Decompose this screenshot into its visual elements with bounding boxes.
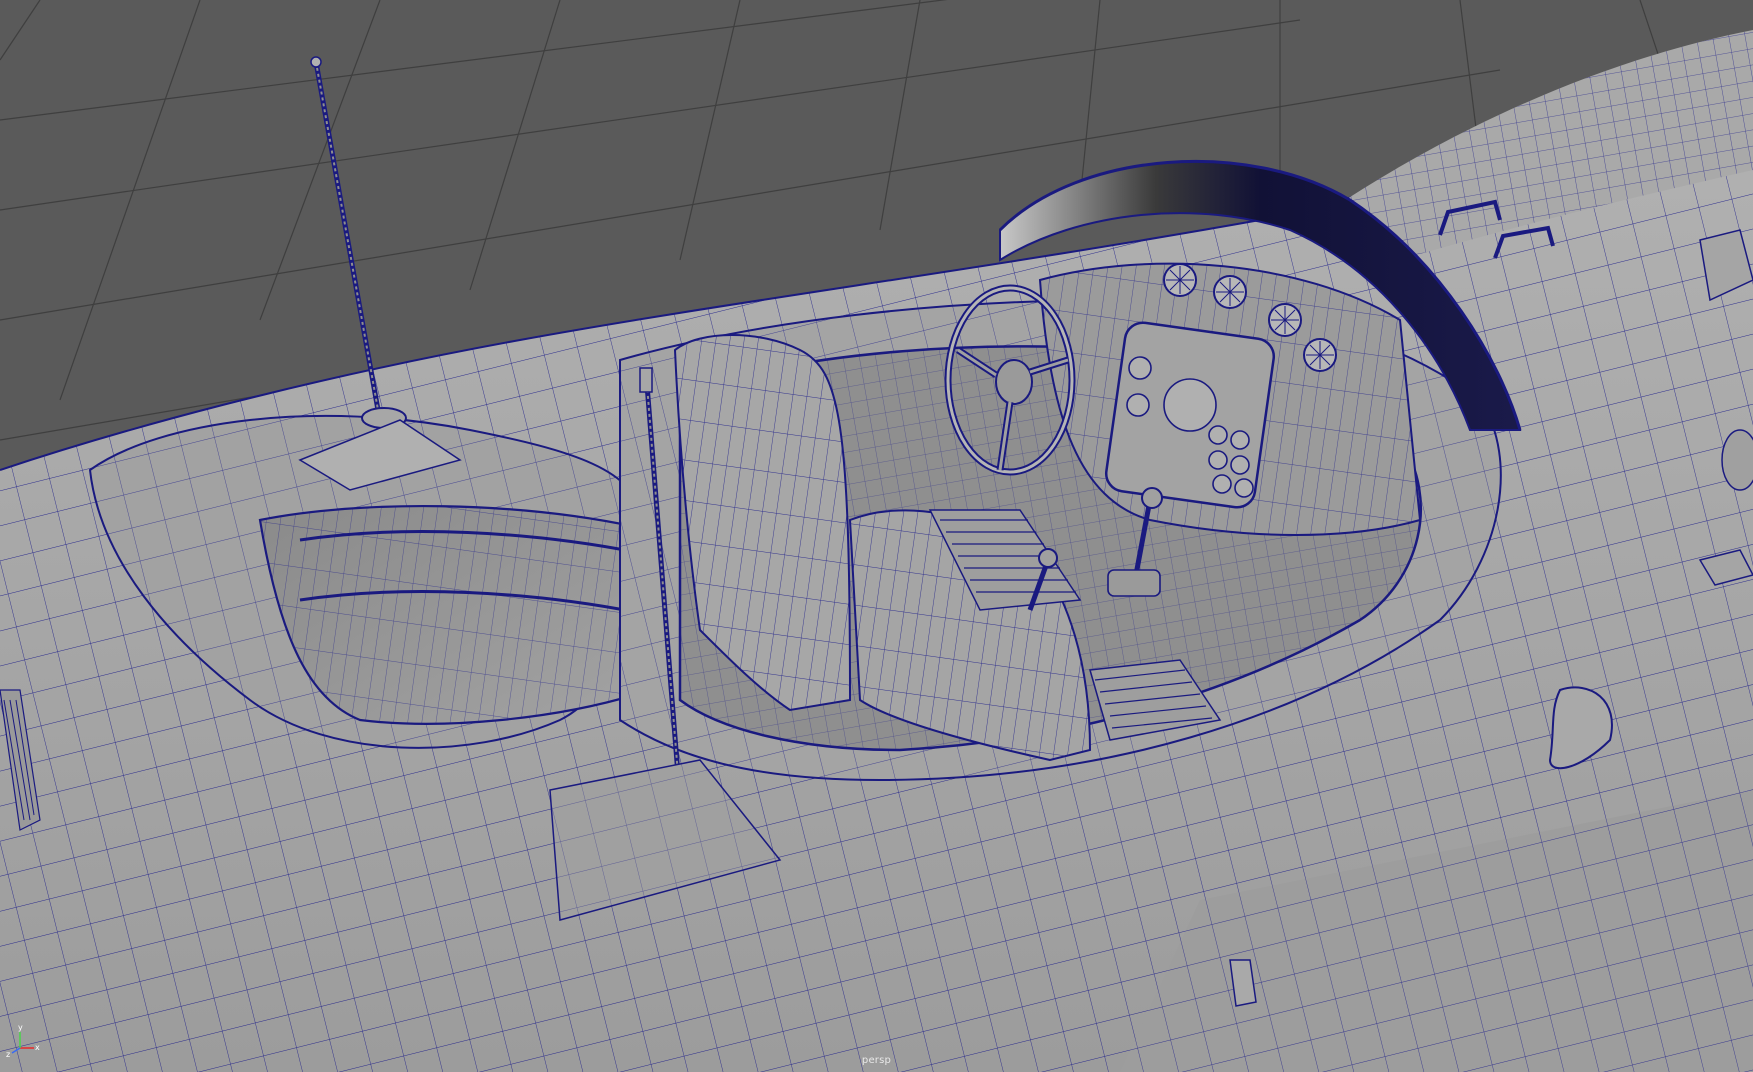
z-axis-label: z [6,1050,10,1058]
axis-gizmo: x y z [6,1023,40,1058]
maya-viewport-panel[interactable]: x y z persp [0,0,1753,1072]
viewport-3d-scene[interactable] [0,0,1753,1072]
y-axis-label: y [18,1023,23,1032]
z-axis-line [11,1047,21,1054]
x-axis-label: x [35,1043,40,1052]
